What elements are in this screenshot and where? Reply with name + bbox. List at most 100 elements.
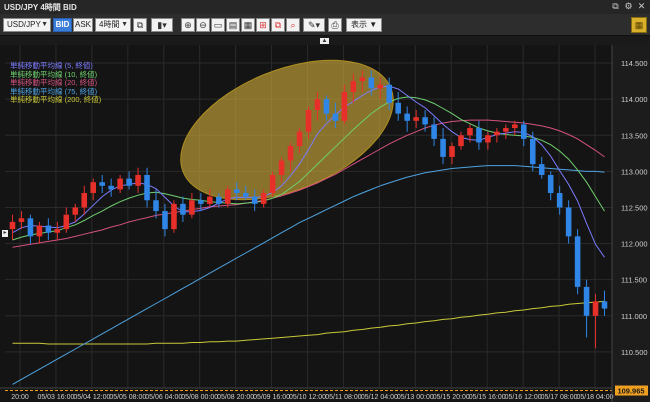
candle-body <box>503 128 509 132</box>
candle-body <box>81 193 88 208</box>
candle-body <box>287 146 294 161</box>
candle-body <box>341 91 348 121</box>
x-tick-label: 05/13 00:00 <box>397 394 434 401</box>
x-tick-label: 05/08 20:00 <box>217 394 254 401</box>
layout-single-icon[interactable]: ▭ <box>211 18 225 32</box>
layout-grid-icon[interactable]: ▦ <box>241 18 255 32</box>
candle-body <box>9 221 16 230</box>
candle-body <box>233 189 240 194</box>
timeframe-value: 4時間 <box>99 20 120 29</box>
candle-body <box>521 124 527 139</box>
currency-pair-select[interactable]: USD/JPY ▼ <box>3 18 51 32</box>
chart-link-icon[interactable]: ⧉ <box>133 18 147 32</box>
x-tick-label: 05/04 12:00 <box>73 394 110 401</box>
x-tick-label: 05/08 00:00 <box>181 394 218 401</box>
candle-body <box>314 99 321 110</box>
candle-body <box>171 203 177 230</box>
draw-tool-icon[interactable]: ✎▾ <box>303 18 325 32</box>
candle-body <box>574 236 581 287</box>
chart-toolbar: USD/JPY ▼ BID ASK 4時間 ▼ ⧉ ▮▾ ⊕ ⊖ ▭ ▤ ▦ ⊞ ⧉… <box>0 14 650 36</box>
x-tick-label: 05/10 12:00 <box>289 394 326 401</box>
candle-body <box>485 135 491 143</box>
print-icon[interactable]: ⎙ <box>328 18 342 32</box>
x-tick-label: 05/18 04:00 <box>577 394 614 401</box>
candle-body <box>45 225 52 233</box>
candle-body <box>144 174 150 201</box>
popout-icon[interactable]: ⧉ <box>610 1 621 12</box>
x-tick-label: 05/06 04:00 <box>145 394 182 401</box>
candle-body <box>126 178 132 186</box>
candle-body <box>153 200 159 212</box>
close-icon[interactable]: ✕ <box>636 1 647 12</box>
candle-body <box>440 138 446 157</box>
candle-body <box>538 164 545 175</box>
candle-body <box>305 109 312 132</box>
chart-type-icon[interactable]: ▮▾ <box>151 18 173 32</box>
candle-body <box>404 113 410 121</box>
candle-body <box>368 77 375 89</box>
candle-body <box>54 229 61 233</box>
candle-body <box>592 301 599 316</box>
y-tick-label: 110.500 <box>621 348 648 357</box>
candle-body <box>386 84 393 103</box>
legend-entry: 単純移動平均線 (200, 終値) <box>10 95 102 105</box>
candle-body <box>63 214 70 230</box>
window-title: USD/JPY 4時間 BID <box>4 3 77 12</box>
candle-body <box>583 286 590 316</box>
candle-body <box>242 193 249 197</box>
candle-body <box>117 178 123 190</box>
candle-body <box>99 182 105 186</box>
bid-toggle-button[interactable]: BID <box>53 18 72 32</box>
candle-body <box>431 124 437 139</box>
indicator-legend: 単純移動平均線 (5, 終値) 単純移動平均線 (10, 終値) 単純移動平均線 (… <box>10 61 102 105</box>
x-tick-label: 05/05 08:00 <box>109 394 146 401</box>
chevron-down-icon: ▼ <box>121 21 128 28</box>
currency-pair-value: USD/JPY <box>7 20 41 29</box>
x-tick-label: 05/12 04:00 <box>361 394 398 401</box>
zoom-out-icon[interactable]: ⊖ <box>196 18 210 32</box>
x-tick-label: 05/16 12:00 <box>505 394 542 401</box>
collapse-toolbar-icon[interactable]: ▲ <box>320 38 329 44</box>
indicator-search-icon[interactable]: ⌕ <box>286 18 300 32</box>
candle-body <box>260 193 267 204</box>
candle-body <box>395 102 401 114</box>
candle-body <box>18 218 25 222</box>
x-tick-label: 20:00 <box>11 394 29 401</box>
display-menu-button[interactable]: 表示 ▼ <box>346 18 383 32</box>
candle-body <box>216 196 222 204</box>
ask-toggle-button[interactable]: ASK <box>73 18 93 32</box>
candle-body <box>224 189 231 204</box>
window-titlebar: USD/JPY 4時間 BID ⧉ ⚙ ✕ <box>0 0 650 14</box>
y-tick-label: 111.500 <box>621 276 647 285</box>
y-tick-label: 111.000 <box>621 312 647 321</box>
expand-side-icon[interactable]: ▸ <box>2 230 8 237</box>
candle-body <box>27 218 34 237</box>
x-tick-label: 05/15 16:00 <box>469 394 506 401</box>
candle-body <box>512 124 518 129</box>
candle-body <box>494 131 500 136</box>
candle-body <box>278 160 285 175</box>
layout-split-icon[interactable]: ▤ <box>226 18 240 32</box>
candle-body <box>332 113 339 121</box>
candle-body <box>90 182 96 194</box>
y-tick-label: 112.000 <box>621 240 648 249</box>
indicator-add-icon[interactable]: ⊞ <box>256 18 270 32</box>
x-tick-label: 05/09 16:00 <box>253 394 290 401</box>
zoom-in-icon[interactable]: ⊕ <box>181 18 195 32</box>
candle-body <box>108 185 114 190</box>
display-menu-label: 表示 <box>351 20 367 29</box>
candle-body <box>556 193 563 208</box>
candle-body <box>189 200 195 215</box>
layout-toggle-icon[interactable]: ▦ <box>631 17 647 33</box>
candle-body <box>198 200 204 204</box>
candle-body <box>422 117 428 125</box>
current-price-label: 109.965 <box>617 387 644 396</box>
timeframe-select[interactable]: 4時間 ▼ <box>95 18 131 32</box>
candle-body <box>413 117 419 121</box>
candle-body <box>377 84 384 89</box>
indicator-copy-icon[interactable]: ⧉ <box>271 18 285 32</box>
candle-body <box>135 174 141 186</box>
candle-body <box>529 138 536 165</box>
settings-gear-icon[interactable]: ⚙ <box>623 1 634 12</box>
x-tick-label: 05/15 20:00 <box>433 394 470 401</box>
